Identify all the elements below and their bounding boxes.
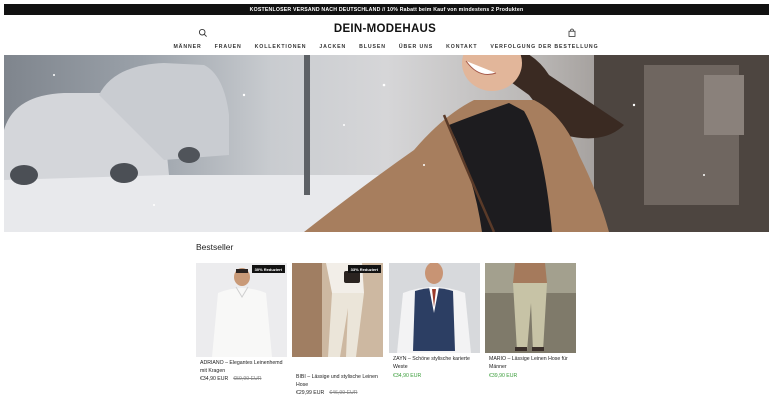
price-old: €46,99 EUR: [329, 390, 358, 396]
product-price: €39,90 EUR: [489, 373, 517, 379]
product-photo: [389, 263, 480, 353]
price-old: €59,99 EUR: [233, 376, 262, 382]
nav-item-kollektionen[interactable]: KOLLEKTIONEN: [252, 44, 307, 50]
nav-item-order-tracking[interactable]: VERFOLGUNG DER BESTELLUNG: [487, 44, 598, 50]
discount-badge: 33% Reduziert: [347, 265, 381, 273]
hero-image: [4, 55, 769, 232]
price-current: €34,90 EUR: [393, 373, 422, 379]
search-icon: [198, 28, 207, 37]
search-button[interactable]: [198, 25, 208, 37]
site-logo[interactable]: DEIN-MODEHAUS: [300, 23, 470, 35]
product-photo: [292, 263, 383, 357]
nav-item-jacken[interactable]: JACKEN: [316, 44, 346, 50]
product-photo: [485, 263, 576, 353]
product-price: €34,90 EUR: [393, 373, 421, 379]
price-current: €39,90 EUR: [489, 373, 518, 379]
cart-button[interactable]: [567, 25, 577, 37]
site-header: DEIN-MODEHAUS MÄNNER FRAUEN KOLLEKTIONEN…: [0, 15, 769, 55]
product-image[interactable]: 30% Reduziert: [196, 263, 287, 357]
product-name[interactable]: ADRIANO – Elegantes Leinenhemd mit Krage…: [200, 360, 286, 375]
product-photo: [196, 263, 287, 357]
product-price: €29,99 EUR €46,99 EUR: [296, 390, 358, 396]
cart-icon: [568, 28, 576, 37]
nav-item-maenner[interactable]: MÄNNER: [170, 44, 201, 50]
product-name[interactable]: MARIO – Lässige Leinen Hose für Männer: [489, 356, 575, 371]
discount-badge: 30% Reduziert: [251, 265, 285, 273]
nav-item-blusen[interactable]: BLUSEN: [356, 44, 386, 50]
nav-item-ueber-uns[interactable]: ÜBER UNS: [396, 44, 433, 50]
product-name[interactable]: ZAYN – Schöne stylische karierte Weste: [393, 356, 479, 371]
bestseller-title: Bestseller: [196, 242, 234, 252]
product-price: €34,90 EUR €59,99 EUR: [200, 376, 262, 382]
price-current: €34,90 EUR: [200, 376, 229, 382]
announcement-text: KOSTENLOSER VERSAND NACH DEUTSCHLAND // …: [249, 6, 524, 13]
product-image[interactable]: 33% Reduziert: [292, 263, 383, 357]
announcement-bar: KOSTENLOSER VERSAND NACH DEUTSCHLAND // …: [4, 4, 769, 15]
price-current: €29,99 EUR: [296, 390, 325, 396]
nav-item-frauen[interactable]: FRAUEN: [212, 44, 242, 50]
product-image[interactable]: [389, 263, 480, 353]
nav-item-kontakt[interactable]: KONTAKT: [443, 44, 477, 50]
main-nav: MÄNNER FRAUEN KOLLEKTIONEN JACKEN BLUSEN…: [0, 44, 769, 50]
hero-banner: [4, 55, 769, 232]
product-name[interactable]: BIBI – Lässige und stylische Leinen Hose: [296, 374, 382, 389]
product-image[interactable]: [485, 263, 576, 353]
